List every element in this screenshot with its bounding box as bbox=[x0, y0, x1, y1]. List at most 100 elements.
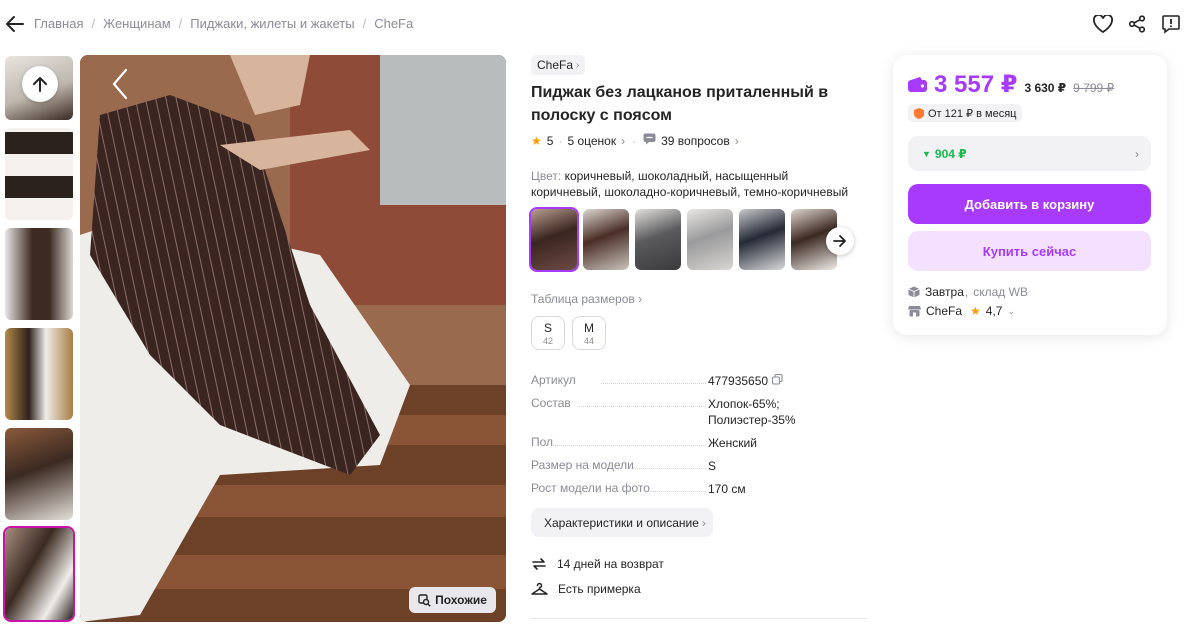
spec-key: Пол bbox=[531, 435, 554, 449]
size-option[interactable]: S 42 bbox=[531, 316, 565, 350]
hanger-icon bbox=[531, 582, 548, 595]
divider bbox=[531, 618, 867, 619]
color-label: Цвет: bbox=[531, 169, 562, 183]
color-info: Цвет: коричневый, шоколадный, насыщенный… bbox=[531, 168, 861, 200]
share-icon[interactable] bbox=[1126, 13, 1148, 35]
color-swatch[interactable] bbox=[687, 209, 733, 270]
price-current: 3 557 ₽ bbox=[934, 71, 1018, 98]
spec-row: Размер на модели S bbox=[531, 458, 861, 481]
chevron-right-icon: › bbox=[621, 133, 626, 148]
thumbnail-active[interactable] bbox=[3, 526, 75, 622]
triangle-down-icon: ▼ bbox=[922, 148, 931, 159]
spec-value: 170 см bbox=[708, 482, 746, 496]
size-table-link[interactable]: Таблица размеров › bbox=[531, 292, 642, 306]
chevron-down-icon: ⌄ bbox=[1007, 305, 1016, 316]
brand-link[interactable]: CheFa › bbox=[531, 55, 586, 75]
thumbnail[interactable] bbox=[5, 428, 73, 520]
spec-row: Пол Женский bbox=[531, 435, 861, 458]
spec-value: S bbox=[708, 459, 717, 473]
spec-row: Артикул 477935650 bbox=[531, 373, 861, 396]
spec-key: Рост модели на фото bbox=[531, 481, 650, 495]
product-page: Главная / Женщинам / Пиджаки, жилеты и ж… bbox=[0, 0, 1200, 625]
breadcrumb-item[interactable]: Пиджаки, жилеты и жакеты bbox=[190, 16, 354, 31]
questions-link[interactable]: 39 вопросов bbox=[661, 134, 730, 148]
brand-name: CheFa bbox=[537, 58, 574, 72]
similar-button[interactable]: Похожие bbox=[409, 587, 496, 613]
price-without-wallet: 3 630 ₽ bbox=[1024, 81, 1067, 95]
photo-illustration bbox=[80, 55, 506, 622]
cashback-value: 904 ₽ bbox=[934, 146, 967, 161]
feature-return: 14 дней на возврат bbox=[531, 556, 664, 572]
star-icon: ★ bbox=[531, 133, 542, 148]
spec-value: Женский bbox=[708, 436, 757, 450]
price-old: 9 799 ₽ bbox=[1073, 81, 1115, 95]
search-icon bbox=[418, 593, 431, 607]
shop-icon bbox=[908, 306, 921, 317]
delivery-day: Завтра bbox=[925, 285, 964, 299]
thumbnail[interactable] bbox=[5, 128, 73, 220]
feature-label: 14 дней на возврат bbox=[557, 557, 664, 571]
color-swatches bbox=[529, 207, 837, 272]
price-row: 3 557 ₽ 3 630 ₽ 9 799 ₽ bbox=[908, 70, 1114, 99]
seller-name: CheFa bbox=[926, 304, 963, 318]
size-selector: S 42 M 44 bbox=[531, 316, 606, 350]
size-label: M bbox=[584, 320, 594, 335]
spec-row: Состав Хлопок-65%; Полиэстер-35% bbox=[531, 396, 861, 435]
size-option[interactable]: M 44 bbox=[572, 316, 606, 350]
product-title: Пиджак без лацканов приталенный в полоск… bbox=[531, 84, 829, 124]
wallet-icon bbox=[908, 77, 927, 92]
main-product-photo[interactable] bbox=[80, 55, 506, 622]
buy-now-button[interactable]: Купить сейчас bbox=[908, 231, 1151, 271]
arrow-right-icon bbox=[833, 235, 846, 247]
seller-info[interactable]: CheFa ★ 4,7 ⌄ bbox=[908, 304, 1015, 318]
breadcrumb: Главная / Женщинам / Пиджаки, жилеты и ж… bbox=[34, 16, 414, 31]
report-icon[interactable] bbox=[1160, 13, 1182, 35]
size-table-label: Таблица размеров bbox=[531, 292, 635, 306]
seller-rating: 4,7 bbox=[985, 304, 1003, 318]
breadcrumb-item[interactable]: CheFa bbox=[374, 16, 413, 31]
back-arrow-icon[interactable] bbox=[4, 13, 26, 35]
chevron-right-icon: › bbox=[701, 515, 706, 530]
thumbnail[interactable] bbox=[5, 228, 73, 320]
chevron-right-icon: › bbox=[576, 59, 580, 71]
spec-value: 477935650 bbox=[708, 374, 769, 388]
questions-icon bbox=[643, 133, 656, 148]
return-icon bbox=[532, 558, 546, 570]
box-icon bbox=[908, 286, 920, 298]
feature-label: Есть примерка bbox=[558, 582, 641, 596]
chevron-right-icon: › bbox=[734, 133, 739, 148]
breadcrumb-item[interactable]: Главная bbox=[34, 16, 83, 31]
spec-value: Хлопок-65%; Полиэстер-35% bbox=[708, 397, 796, 427]
thumbnail[interactable] bbox=[5, 328, 73, 420]
characteristics-label: Характеристики и описание bbox=[544, 515, 699, 530]
similar-label: Похожие bbox=[435, 593, 487, 607]
add-to-cart-button[interactable]: Добавить в корзину bbox=[908, 184, 1151, 224]
breadcrumb-item[interactable]: Женщинам bbox=[103, 16, 171, 31]
size-ru: 42 bbox=[542, 335, 553, 346]
heart-icon[interactable] bbox=[1092, 13, 1114, 35]
spec-key: Состав bbox=[531, 396, 571, 410]
size-ru: 44 bbox=[583, 335, 594, 346]
color-swatch[interactable] bbox=[739, 209, 785, 270]
installment-label: От 121 ₽ в месяц bbox=[928, 107, 1017, 120]
copy-icon[interactable] bbox=[772, 373, 783, 396]
rating-value: 5 bbox=[546, 133, 554, 148]
color-swatch[interactable] bbox=[529, 207, 579, 272]
swatches-next-button[interactable] bbox=[826, 227, 854, 255]
photo-prev-chevron-icon[interactable] bbox=[108, 66, 132, 102]
installment-badge[interactable]: От 121 ₽ в месяц bbox=[908, 104, 1023, 122]
star-icon: ★ bbox=[970, 304, 981, 318]
thumbnail-list bbox=[3, 56, 75, 625]
spec-key: Размер на модели bbox=[531, 458, 634, 472]
color-swatch[interactable] bbox=[583, 209, 629, 270]
cashback-row[interactable]: ▼ 904 ₽ › bbox=[908, 136, 1151, 171]
characteristics-button[interactable]: Характеристики и описание › bbox=[531, 508, 713, 537]
color-swatch[interactable] bbox=[635, 209, 681, 270]
reviews-link[interactable]: 5 оценок bbox=[567, 134, 616, 148]
chevron-right-icon: › bbox=[1135, 146, 1139, 161]
chevron-right-icon: › bbox=[638, 292, 643, 306]
scroll-up-button[interactable] bbox=[22, 66, 58, 102]
feature-fitting: Есть примерка bbox=[531, 582, 641, 596]
shield-icon bbox=[914, 107, 924, 119]
rating-row: ★ 5 · 5 оценок › · 39 вопросов › bbox=[531, 133, 739, 148]
